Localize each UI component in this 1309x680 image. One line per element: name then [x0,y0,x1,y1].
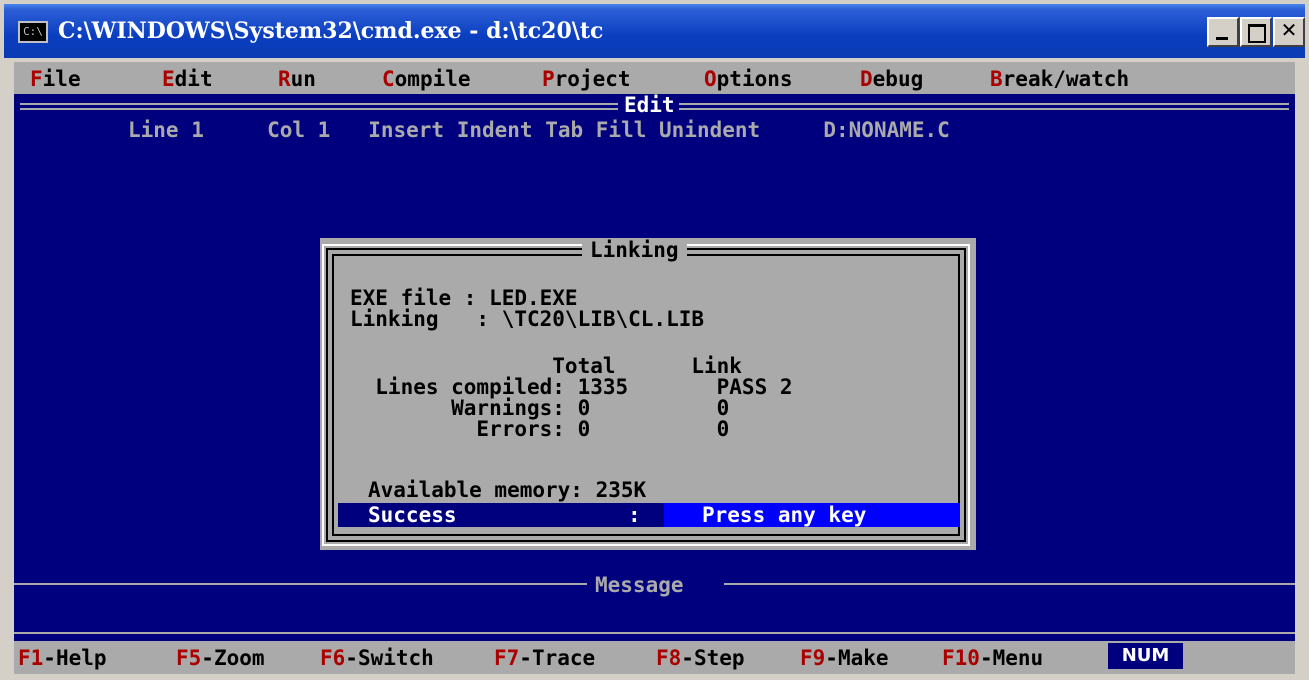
close-icon: ✕ [1280,18,1298,42]
minimize-button[interactable] [1207,17,1239,47]
result-bar[interactable]: Success : Press any key [338,503,960,527]
console-window: C:\ C:\WINDOWS\System32\cmd.exe - d:\tc2… [0,0,1309,680]
console-area: File Edit Run Compile Project Options De… [14,62,1295,674]
close-button[interactable]: ✕ [1273,17,1305,47]
fkey-switch[interactable]: F6-Switch [320,648,434,669]
lines-compiled-row: Lines compiled: 1335 PASS 2 [350,375,793,399]
console-icon[interactable]: C:\ [18,21,48,43]
linking-dialog: Linking EXE file : LED.EXE Linking : \TC… [320,238,976,550]
fkey-menu[interactable]: F10-Menu [942,648,1043,669]
result-colon: : [628,503,641,527]
press-any-key-prompt: Press any key [702,503,867,527]
function-key-bar: F1-Help F5-Zoom F6-Switch F7-Trace F8-St… [14,641,1295,674]
edit-frame-top-left [20,103,618,110]
menu-compile[interactable]: Compile [382,69,471,90]
editor-status-line: Line 1 Col 1 Insert Indent Tab Fill Unin… [128,118,950,142]
exe-file-line: EXE file : LED.EXE [350,286,578,310]
title-bar[interactable]: C:\ C:\WINDOWS\System32\cmd.exe - d:\tc2… [4,4,1305,58]
fkey-step[interactable]: F8-Step [656,648,745,669]
warnings-row: Warnings: 0 0 [350,396,730,420]
menu-run[interactable]: Run [278,69,316,90]
num-lock-indicator: NUM [1108,643,1183,669]
message-frame-left [14,583,587,585]
menu-file[interactable]: File [30,69,81,90]
stats-header-row: Total Link [350,354,742,378]
result-status: Success [368,503,457,527]
fkey-trace[interactable]: F7-Trace [494,648,595,669]
available-memory-line: Available memory: 235K [368,478,647,502]
message-area[interactable] [14,592,1295,632]
maximize-button[interactable] [1240,17,1272,47]
menu-edit[interactable]: Edit [162,69,213,90]
message-frame-right [724,583,1295,585]
window-title: C:\WINDOWS\System32\cmd.exe - d:\tc20\tc [58,18,604,44]
menu-break-watch[interactable]: Break/watch [990,69,1129,90]
menu-options[interactable]: Options [704,69,793,90]
menu-debug[interactable]: Debug [860,69,923,90]
menu-project[interactable]: Project [542,69,631,90]
dialog-title: Linking [582,240,687,261]
message-frame-bottom [14,632,1295,634]
fkey-make[interactable]: F9-Make [800,648,889,669]
fkey-help[interactable]: F1-Help [18,648,107,669]
errors-row: Errors: 0 0 [350,417,730,441]
linking-file-line: Linking : \TC20\LIB\CL.LIB [350,307,705,331]
minimize-icon [1216,37,1228,40]
edit-window-title: Edit [620,95,679,116]
maximize-icon [1248,24,1266,43]
menu-bar: File Edit Run Compile Project Options De… [14,62,1295,94]
fkey-zoom[interactable]: F5-Zoom [176,648,265,669]
edit-frame-top-right [678,103,1289,110]
